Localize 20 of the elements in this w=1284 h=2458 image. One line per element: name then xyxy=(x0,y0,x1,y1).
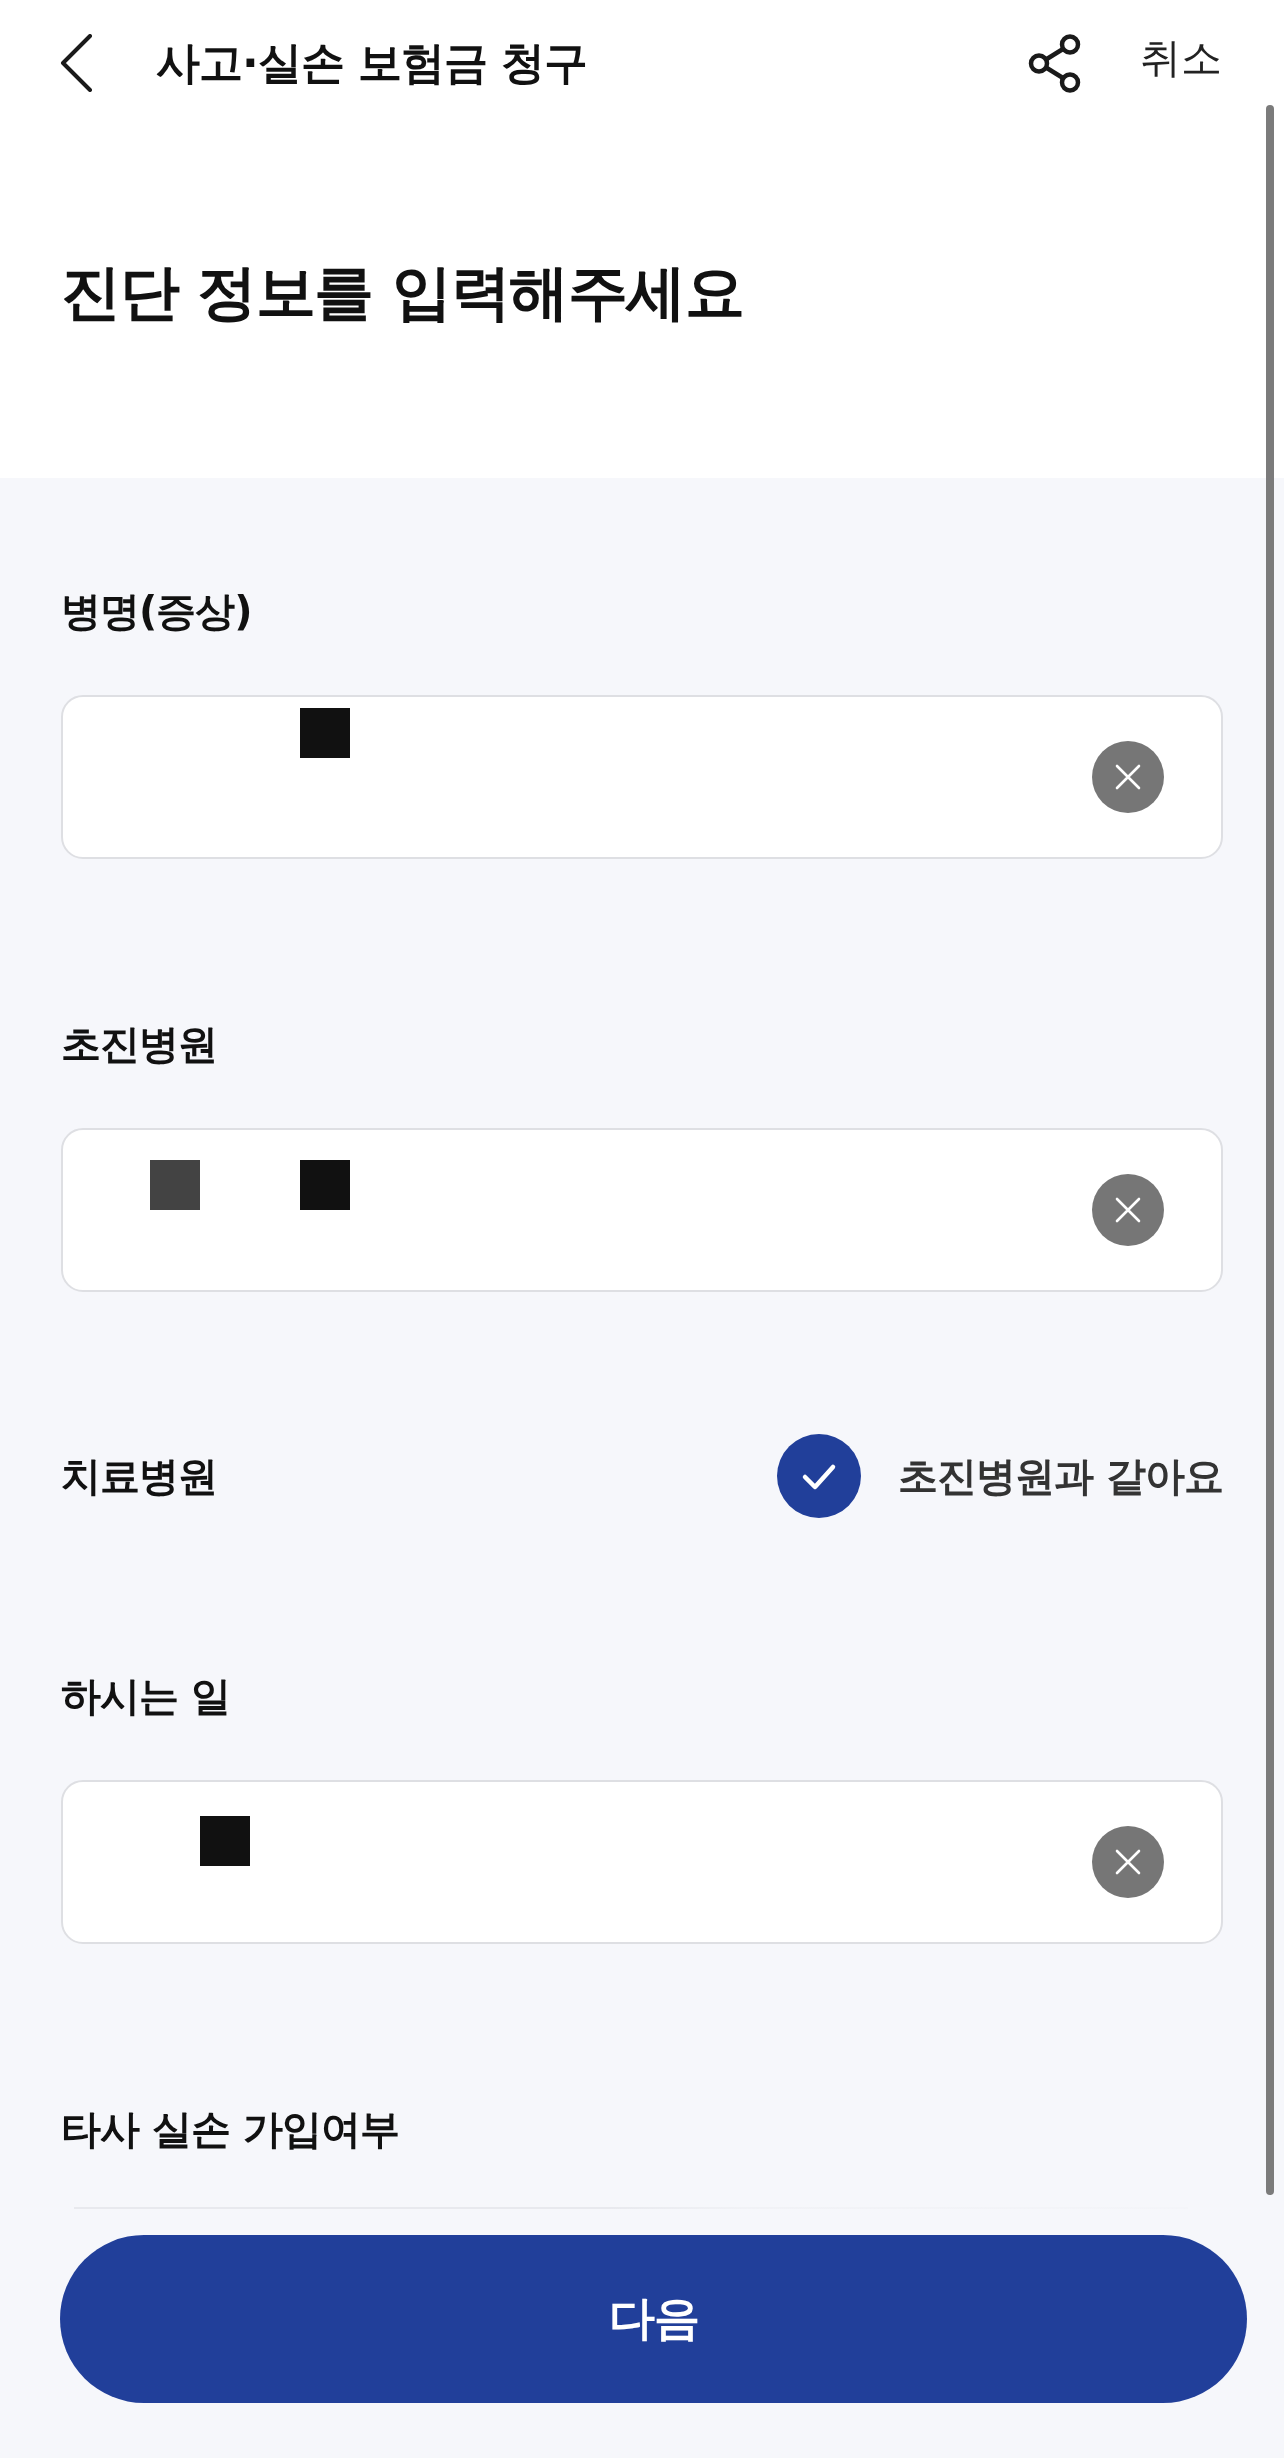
page-heading: 진단 정보를 입력해주세요 xyxy=(61,256,744,328)
checkbox[interactable] xyxy=(777,1434,862,1518)
field-label: 타사 실손 가입여부 xyxy=(61,2105,399,2154)
close-icon xyxy=(1115,764,1141,790)
page-title: 사고·실손 보험금 청구 xyxy=(156,36,588,90)
back-icon[interactable] xyxy=(60,34,93,92)
input-field[interactable] xyxy=(61,1128,1223,1292)
checkbox-label[interactable]: 초진병원과 같아요 xyxy=(898,1451,1223,1501)
input-field[interactable] xyxy=(61,695,1223,859)
cancel-button[interactable]: 취소 xyxy=(1140,34,1222,84)
close-icon xyxy=(1115,1197,1141,1223)
field-label: 초진병원 xyxy=(61,1020,217,1069)
scrollbar-thumb[interactable] xyxy=(1266,105,1274,2195)
next-button[interactable]: 다음 xyxy=(60,2235,1247,2403)
input-field[interactable] xyxy=(61,1780,1223,1944)
field-label: 치료병원 xyxy=(61,1452,217,1501)
field-label: 하시는 일 xyxy=(61,1672,230,1721)
share-icon[interactable] xyxy=(1028,33,1081,93)
field-label: 병명(증상) xyxy=(61,587,252,636)
close-icon xyxy=(1115,1849,1141,1875)
